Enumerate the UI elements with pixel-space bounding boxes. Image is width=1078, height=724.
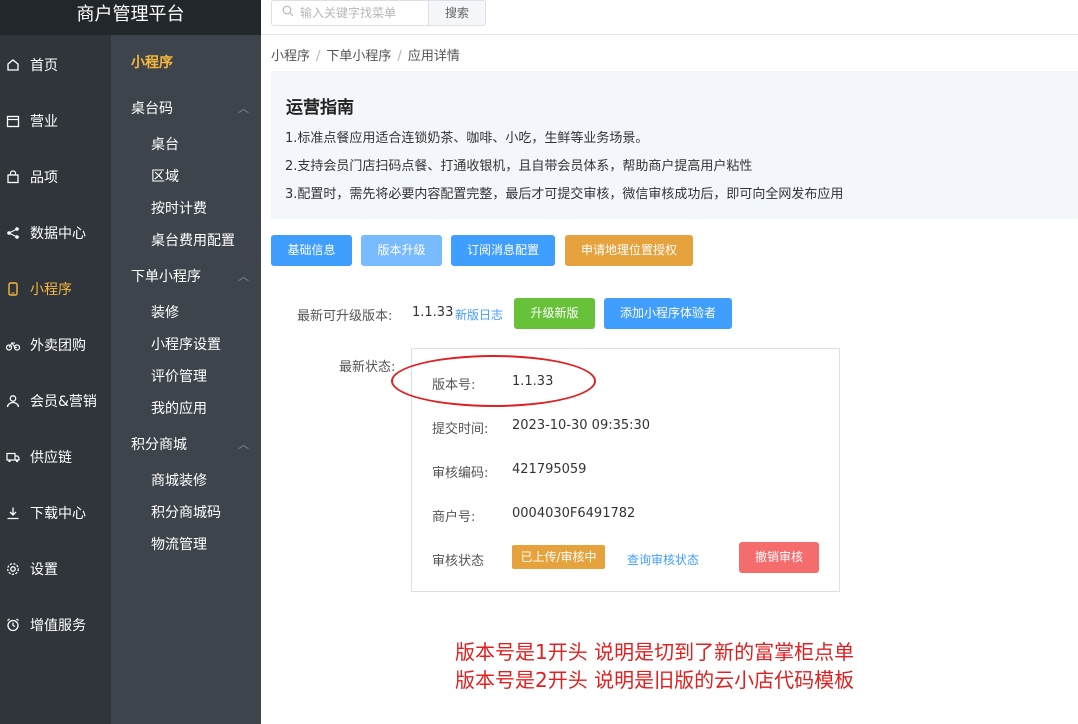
nav-item-products[interactable]: 品项 bbox=[0, 157, 111, 197]
nav-group-label: 积分商城 bbox=[131, 437, 187, 453]
changelog-link[interactable]: 新版日志 bbox=[455, 306, 503, 323]
user-icon bbox=[6, 394, 20, 408]
nav-item-takeout[interactable]: 外卖团购 bbox=[0, 325, 111, 365]
alarm-icon bbox=[6, 618, 20, 632]
tab-basic-info[interactable]: 基础信息 bbox=[271, 235, 352, 266]
nav-item-label: 数据中心 bbox=[30, 226, 86, 242]
download-icon bbox=[6, 506, 20, 520]
submit-time-value: 2023-10-30 09:35:30 bbox=[512, 418, 651, 433]
nav-item-label: 设置 bbox=[30, 562, 58, 578]
nav-item-table[interactable]: 桌台 bbox=[151, 134, 179, 154]
nav-item-decoration[interactable]: 装修 bbox=[151, 302, 179, 322]
guide-line: 2.支持会员门店扫码点餐、打通收银机，且自带会员体系，帮助商户提高用户粘性 bbox=[285, 159, 753, 174]
secondary-sidebar: 小程序 桌台码 ︿ 桌台 区域 按时计费 桌台费用配置 下单小程序 ︿ 装修 小… bbox=[111, 35, 261, 724]
breadcrumb-item[interactable]: 下单小程序 bbox=[326, 49, 391, 64]
nav-item-settings[interactable]: 设置 bbox=[0, 549, 111, 589]
gear-icon bbox=[6, 562, 20, 576]
home-icon bbox=[6, 58, 20, 72]
breadcrumb-item-current: 应用详情 bbox=[407, 49, 460, 64]
nav-item-data-center[interactable]: 数据中心 bbox=[0, 213, 111, 253]
nav-item-mini-program-settings[interactable]: 小程序设置 bbox=[151, 334, 221, 354]
nav-item-my-apps[interactable]: 我的应用 bbox=[151, 398, 207, 418]
breadcrumb-item[interactable]: 小程序 bbox=[271, 49, 310, 64]
breadcrumb: 小程序 / 下单小程序 / 应用详情 bbox=[271, 45, 460, 64]
search-box bbox=[271, 0, 429, 26]
nav-item-label: 供应链 bbox=[30, 450, 72, 466]
nav-item-label: 首页 bbox=[30, 58, 58, 74]
nav-item-label: 会员&营销 bbox=[30, 394, 97, 410]
tab-subscription-config[interactable]: 订阅消息配置 bbox=[451, 235, 555, 266]
add-tester-button[interactable]: 添加小程序体验者 bbox=[604, 298, 732, 329]
nav-item-value-added[interactable]: 增值服务 bbox=[0, 605, 111, 645]
status-badge: 已上传/审核中 bbox=[512, 545, 605, 569]
guide-line: 1.标准点餐应用适合连锁奶茶、咖啡、小吃，生鲜等业务场景。 bbox=[285, 131, 649, 146]
annotation-note: 版本号是2开头 说明是旧版的云小店代码模板 bbox=[455, 668, 855, 692]
guide-line: 3.配置时，需先将必要内容配置完整，最后才可提交审核，微信审核成功后，即可向全网… bbox=[285, 187, 844, 202]
truck-icon bbox=[6, 450, 20, 464]
nav-item-table-fee-config[interactable]: 桌台费用配置 bbox=[151, 230, 235, 250]
nav-item-label: 营业 bbox=[30, 114, 58, 130]
guide-title: 运营指南 bbox=[286, 98, 354, 118]
nav-item-label: 增值服务 bbox=[30, 618, 86, 634]
nav-group-table-code[interactable]: 桌台码 ︿ bbox=[131, 98, 249, 118]
search-icon bbox=[282, 5, 294, 21]
search-button[interactable]: 搜索 bbox=[428, 0, 486, 26]
revoke-audit-button[interactable]: 撤销审核 bbox=[739, 542, 819, 573]
nav-item-label: 品项 bbox=[30, 170, 58, 186]
annotation-ellipse bbox=[391, 355, 596, 407]
audit-status-label: 审核状态 bbox=[432, 554, 485, 569]
nav-item-logistics[interactable]: 物流管理 bbox=[151, 534, 207, 554]
nav-item-points-mall-code[interactable]: 积分商城码 bbox=[151, 502, 221, 522]
upgrade-button[interactable]: 升级新版 bbox=[514, 298, 595, 329]
nav-group-label: 下单小程序 bbox=[131, 269, 201, 285]
nav-item-mini-program[interactable]: 小程序 bbox=[0, 269, 111, 309]
nav-item-business[interactable]: 营业 bbox=[0, 101, 111, 141]
chevron-up-icon: ︿ bbox=[238, 270, 249, 283]
nav-item-members[interactable]: 会员&营销 bbox=[0, 381, 111, 421]
latest-status-label: 最新状态: bbox=[339, 360, 396, 375]
submit-time-label: 提交时间: bbox=[432, 422, 489, 437]
top-bar: 搜索 bbox=[261, 0, 1078, 35]
annotation-note: 版本号是1开头 说明是切到了新的富掌柜点单 bbox=[455, 640, 855, 664]
latest-version-label: 最新可升级版本: bbox=[297, 309, 393, 324]
nav-item-label: 小程序 bbox=[30, 282, 72, 298]
primary-sidebar: 首页 营业 品项 数据中心 小程序 外卖团购 会员&营销 供应链 下载中心 设置… bbox=[0, 0, 111, 724]
audit-code-label: 审核编码: bbox=[432, 466, 489, 481]
nav-item-mall-decoration[interactable]: 商城装修 bbox=[151, 470, 207, 490]
chevron-up-icon: ︿ bbox=[238, 102, 249, 115]
calendar-icon bbox=[6, 114, 20, 128]
tab-version-upgrade[interactable]: 版本升级 bbox=[361, 235, 442, 266]
nav-item-label: 下载中心 bbox=[30, 506, 86, 522]
nav-group-order-mini-program[interactable]: 下单小程序 ︿ bbox=[131, 266, 249, 286]
search-input[interactable] bbox=[300, 6, 420, 20]
nav-item-label: 外卖团购 bbox=[30, 338, 86, 354]
merchant-no-value: 0004030F6491782 bbox=[512, 506, 636, 521]
nav-group-label: 桌台码 bbox=[131, 101, 173, 117]
nav-item-review-management[interactable]: 评价管理 bbox=[151, 366, 207, 386]
nav-group-points-mall[interactable]: 积分商城 ︿ bbox=[131, 434, 249, 454]
bag-icon bbox=[6, 170, 20, 184]
merchant-no-label: 商户号: bbox=[432, 510, 476, 525]
app-title: 商户管理平台 bbox=[0, 0, 261, 35]
query-audit-status-link[interactable]: 查询审核状态 bbox=[627, 551, 699, 568]
bike-icon bbox=[5, 338, 21, 352]
nav-item-home[interactable]: 首页 bbox=[0, 45, 111, 85]
secondary-sidebar-title: 小程序 bbox=[131, 55, 173, 71]
chevron-up-icon: ︿ bbox=[238, 438, 249, 451]
breadcrumb-separator: / bbox=[397, 49, 402, 64]
nav-item-supply-chain[interactable]: 供应链 bbox=[0, 437, 111, 477]
share-icon bbox=[6, 226, 20, 240]
latest-version-value: 1.1.33 bbox=[412, 305, 454, 320]
phone-icon bbox=[6, 282, 20, 296]
nav-item-hourly-billing[interactable]: 按时计费 bbox=[151, 198, 207, 218]
tab-location-auth[interactable]: 申请地理位置授权 bbox=[565, 235, 693, 266]
nav-item-download[interactable]: 下载中心 bbox=[0, 493, 111, 533]
breadcrumb-separator: / bbox=[316, 49, 321, 64]
audit-code-value: 421795059 bbox=[512, 462, 587, 477]
operation-guide-panel: 运营指南 1.标准点餐应用适合连锁奶茶、咖啡、小吃，生鲜等业务场景。 2.支持会… bbox=[271, 71, 1078, 219]
nav-item-area[interactable]: 区域 bbox=[151, 166, 179, 186]
